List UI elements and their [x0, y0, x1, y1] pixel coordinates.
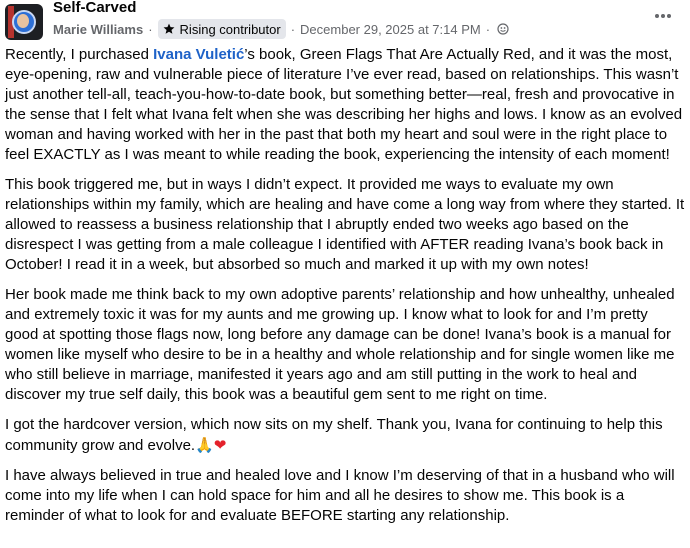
post-body: Recently, I purchased Ivana Vuletić’s bo… [5, 45, 685, 536]
avatar-face [17, 14, 29, 28]
praying-hands-emoji: 🙏 [195, 436, 214, 454]
badge-label: Rising contributor [179, 21, 281, 37]
red-heart-emoji: ❤ [213, 436, 227, 454]
meta-separator: · [290, 21, 296, 37]
post-paragraph: I got the hardcover version, which now s… [5, 415, 685, 456]
more-options-button[interactable] [650, 6, 676, 26]
group-post: Self-Carved Marie Williams · Rising cont… [0, 0, 690, 548]
group-avatar[interactable] [5, 4, 43, 40]
meta-separator: · [485, 21, 491, 37]
post-meta: Marie Williams · Rising contributor · De… [53, 18, 509, 40]
post-paragraph: This book triggered me, but in ways I di… [5, 176, 685, 273]
paragraph-text: ’s book, Green Flags That Are Actually R… [5, 46, 683, 163]
post-paragraph: I have always believed in true and heale… [5, 467, 675, 524]
post-paragraph: Her book made me think back to my own ad… [5, 286, 675, 403]
globe-icon[interactable] [497, 23, 509, 35]
paragraph-text: Recently, I purchased [5, 46, 154, 63]
more-horizontal-icon [655, 14, 671, 18]
star-icon [163, 23, 174, 34]
contributor-badge[interactable]: Rising contributor [157, 19, 286, 39]
author-name-link[interactable]: Marie Williams [53, 22, 143, 37]
meta-separator: · [148, 21, 153, 37]
post-timestamp-link[interactable]: December 29, 2025 at 7:14 PM [300, 22, 481, 37]
group-name-link[interactable]: Self-Carved [53, 0, 136, 16]
post-header: Self-Carved Marie Williams · Rising cont… [0, 0, 690, 44]
paragraph-text: I got the hardcover version, which now s… [5, 416, 663, 454]
author-mention-link[interactable]: Ivana Vuletić [153, 46, 244, 63]
post-paragraph: Recently, I purchased Ivana Vuletić’s bo… [5, 45, 685, 165]
